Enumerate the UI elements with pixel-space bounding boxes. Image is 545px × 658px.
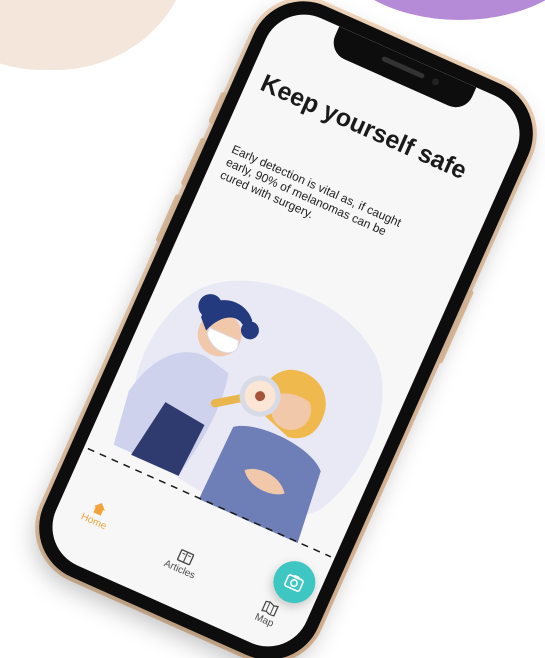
phone-mockup: Keep yourself safe Early detection is vi… (16, 0, 545, 658)
phone-screen: Keep yourself safe Early detection is vi… (39, 1, 533, 658)
camera-icon (284, 574, 304, 592)
nav-item-articles[interactable]: Articles (145, 537, 220, 589)
phone-notch (327, 26, 477, 113)
background-blob-beige (0, 0, 190, 70)
stage: Keep yourself safe Early detection is vi… (0, 0, 545, 658)
page-description: Early detection is vital as, if caught e… (218, 142, 404, 239)
speaker-grille (381, 55, 426, 80)
front-camera (430, 77, 441, 87)
nav-item-home[interactable]: Home (59, 488, 134, 541)
phone-body: Keep yourself safe Early detection is vi… (21, 0, 545, 658)
